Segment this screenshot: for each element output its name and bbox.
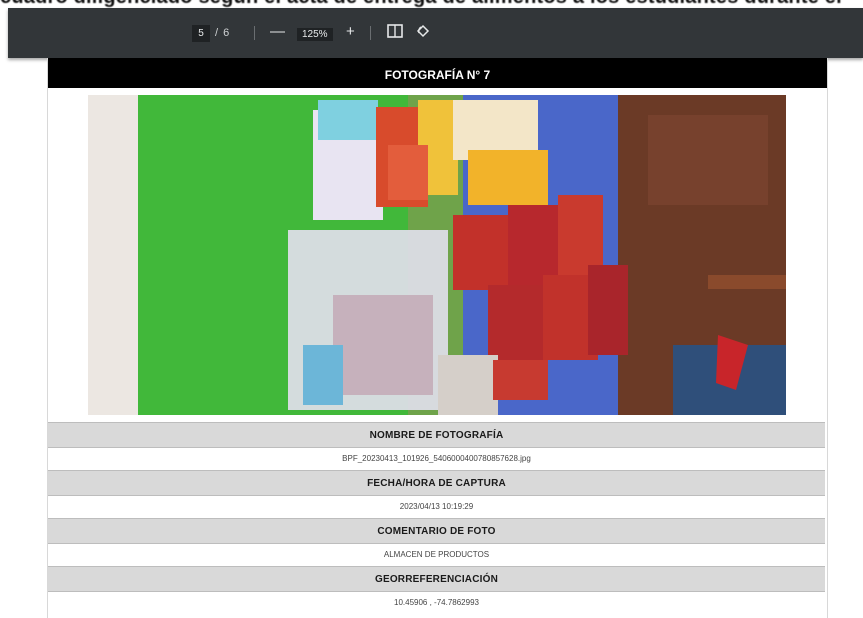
page-separator: / [215, 27, 219, 39]
page-total: 6 [223, 27, 230, 39]
field-value: 2023/04/13 10:19:29 [48, 496, 825, 516]
page-indicator: 5 / 6 [192, 24, 229, 42]
field-value: BPF_20230413_101926_5406000400780857628.… [48, 448, 825, 468]
field-label: GEORREFERENCIACIÓN [48, 566, 825, 592]
zoom-out-button[interactable]: — [270, 22, 285, 42]
evidence-photo [88, 95, 786, 415]
field-label: COMENTARIO DE FOTO [48, 518, 825, 544]
zoom-level: 125% [297, 24, 333, 42]
photo-header: FOTOGRAFÍA N° 7 [48, 58, 827, 88]
field-label: FECHA/HORA DE CAPTURA [48, 470, 825, 496]
zoom-in-button[interactable]: + [346, 22, 355, 42]
toolbar-divider [370, 26, 371, 40]
zoom-input[interactable]: 125% [297, 28, 333, 41]
pdf-toolbar: 5 / 6 — 125% + [8, 8, 863, 58]
rotate-icon[interactable] [416, 24, 430, 44]
field-label: NOMBRE DE FOTOGRAFÍA [48, 422, 825, 448]
fit-page-icon[interactable] [387, 24, 403, 44]
field-value: ALMACEN DE PRODUCTOS [48, 544, 825, 564]
pdf-page: FOTOGRAFÍA N° 7 NOMBRE DE FOTOGRAFÍA BPF… [47, 58, 828, 618]
page-number-input[interactable]: 5 [192, 24, 210, 42]
field-value: 10.45906 , -74.7862993 [48, 592, 825, 612]
document-top-text: cuadro diligenciado segun el acta de ent… [0, 0, 863, 8]
toolbar-divider [254, 26, 255, 40]
